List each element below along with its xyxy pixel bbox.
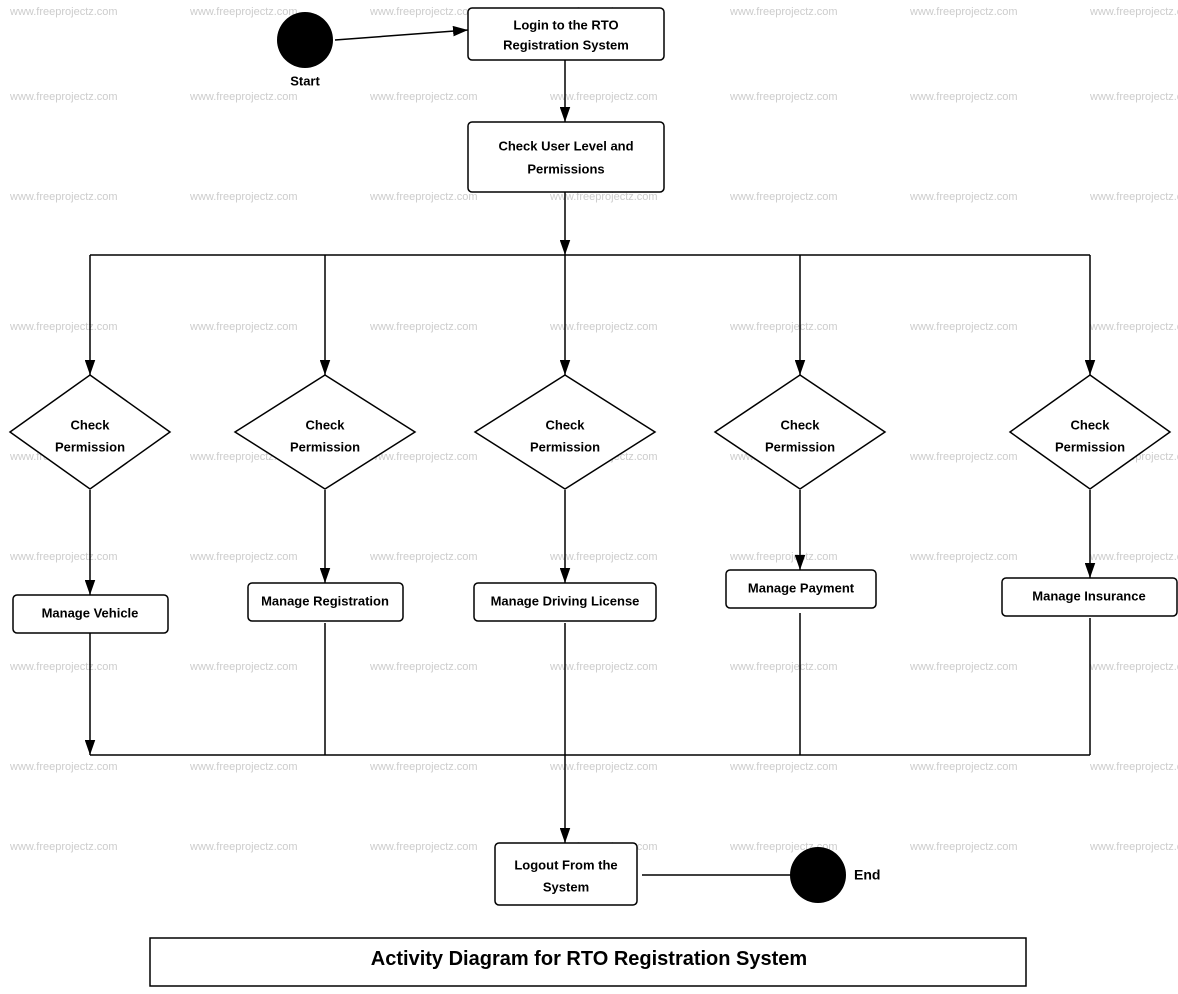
svg-text:www.freeprojectz.com: www.freeprojectz.com bbox=[909, 321, 1018, 333]
logout-label2: System bbox=[543, 879, 589, 894]
check-perm2-label2: Permission bbox=[290, 439, 360, 454]
check-perm3-label2: Permission bbox=[530, 439, 600, 454]
svg-text:www.freeprojectz.com: www.freeprojectz.com bbox=[1089, 661, 1178, 673]
svg-text:www.freeprojectz.com: www.freeprojectz.com bbox=[189, 841, 298, 853]
logout-label1: Logout From the bbox=[514, 857, 617, 872]
svg-text:www.freeprojectz.com: www.freeprojectz.com bbox=[909, 551, 1018, 563]
check-perm3-label1: Check bbox=[545, 417, 585, 432]
svg-text:www.freeprojectz.com: www.freeprojectz.com bbox=[1089, 191, 1178, 203]
login-label2: Registration System bbox=[503, 37, 629, 52]
svg-text:www.freeprojectz.com: www.freeprojectz.com bbox=[729, 661, 838, 673]
logout-box bbox=[495, 843, 637, 905]
svg-text:www.freeprojectz.com: www.freeprojectz.com bbox=[1089, 91, 1178, 103]
svg-text:www.freeprojectz.com: www.freeprojectz.com bbox=[9, 761, 118, 773]
svg-text:www.freeprojectz.com: www.freeprojectz.com bbox=[9, 551, 118, 563]
svg-text:www.freeprojectz.com: www.freeprojectz.com bbox=[189, 661, 298, 673]
manage-insurance-label: Manage Insurance bbox=[1032, 588, 1145, 603]
check-perm1-label2: Permission bbox=[55, 439, 125, 454]
svg-text:www.freeprojectz.com: www.freeprojectz.com bbox=[189, 191, 298, 203]
check-perm1-label1: Check bbox=[70, 417, 110, 432]
svg-text:www.freeprojectz.com: www.freeprojectz.com bbox=[369, 661, 478, 673]
check-perm4-label1: Check bbox=[780, 417, 820, 432]
svg-text:www.freeprojectz.com: www.freeprojectz.com bbox=[729, 91, 838, 103]
svg-text:www.freeprojectz.com: www.freeprojectz.com bbox=[1089, 6, 1178, 18]
svg-text:www.freeprojectz.com: www.freeprojectz.com bbox=[9, 91, 118, 103]
svg-text:www.freeprojectz.com: www.freeprojectz.com bbox=[189, 761, 298, 773]
svg-text:www.freeprojectz.com: www.freeprojectz.com bbox=[909, 191, 1018, 203]
end-circle bbox=[790, 847, 846, 903]
svg-text:www.freeprojectz.com: www.freeprojectz.com bbox=[729, 551, 838, 563]
check-perm5-label1: Check bbox=[1070, 417, 1110, 432]
manage-registration-label: Manage Registration bbox=[261, 593, 389, 608]
svg-text:www.freeprojectz.com: www.freeprojectz.com bbox=[9, 661, 118, 673]
svg-text:www.freeprojectz.com: www.freeprojectz.com bbox=[909, 91, 1018, 103]
svg-text:www.freeprojectz.com: www.freeprojectz.com bbox=[369, 91, 478, 103]
start-circle bbox=[277, 12, 333, 68]
svg-text:www.freeprojectz.com: www.freeprojectz.com bbox=[1089, 761, 1178, 773]
manage-vehicle-label: Manage Vehicle bbox=[42, 605, 139, 620]
svg-text:www.freeprojectz.com: www.freeprojectz.com bbox=[189, 321, 298, 333]
svg-text:www.freeprojectz.com: www.freeprojectz.com bbox=[729, 321, 838, 333]
svg-text:www.freeprojectz.com: www.freeprojectz.com bbox=[9, 841, 118, 853]
login-label: Login to the RTO bbox=[513, 17, 618, 32]
check-perm2-label1: Check bbox=[305, 417, 345, 432]
svg-text:www.freeprojectz.com: www.freeprojectz.com bbox=[909, 451, 1018, 463]
end-label: End bbox=[854, 867, 880, 883]
diagram-container: www.freeprojectz.com www.freeprojectz.co… bbox=[0, 0, 1178, 994]
svg-text:www.freeprojectz.com: www.freeprojectz.com bbox=[1089, 551, 1178, 563]
svg-text:www.freeprojectz.com: www.freeprojectz.com bbox=[369, 551, 478, 563]
svg-text:www.freeprojectz.com: www.freeprojectz.com bbox=[729, 6, 838, 18]
svg-text:www.freeprojectz.com: www.freeprojectz.com bbox=[909, 841, 1018, 853]
svg-text:www.freeprojectz.com: www.freeprojectz.com bbox=[729, 761, 838, 773]
manage-driving-label: Manage Driving License bbox=[491, 593, 640, 608]
svg-text:www.freeprojectz.com: www.freeprojectz.com bbox=[909, 761, 1018, 773]
svg-text:www.freeprojectz.com: www.freeprojectz.com bbox=[909, 6, 1018, 18]
check-perm5-label2: Permission bbox=[1055, 439, 1125, 454]
svg-text:www.freeprojectz.com: www.freeprojectz.com bbox=[369, 6, 478, 18]
svg-text:www.freeprojectz.com: www.freeprojectz.com bbox=[9, 321, 118, 333]
check-user-label1: Check User Level and bbox=[498, 138, 633, 153]
manage-payment-label: Manage Payment bbox=[748, 580, 855, 595]
svg-text:www.freeprojectz.com: www.freeprojectz.com bbox=[1089, 321, 1178, 333]
svg-text:www.freeprojectz.com: www.freeprojectz.com bbox=[369, 191, 478, 203]
svg-text:www.freeprojectz.com: www.freeprojectz.com bbox=[909, 661, 1018, 673]
check-perm4-label2: Permission bbox=[765, 439, 835, 454]
svg-text:www.freeprojectz.com: www.freeprojectz.com bbox=[729, 191, 838, 203]
diagram-title: Activity Diagram for RTO Registration Sy… bbox=[371, 948, 807, 970]
check-user-box bbox=[468, 122, 664, 192]
svg-text:www.freeprojectz.com: www.freeprojectz.com bbox=[1089, 841, 1178, 853]
check-user-label2: Permissions bbox=[527, 161, 604, 176]
start-label: Start bbox=[290, 73, 320, 88]
svg-text:www.freeprojectz.com: www.freeprojectz.com bbox=[189, 6, 298, 18]
svg-text:www.freeprojectz.com: www.freeprojectz.com bbox=[189, 91, 298, 103]
svg-text:www.freeprojectz.com: www.freeprojectz.com bbox=[369, 451, 478, 463]
svg-text:www.freeprojectz.com: www.freeprojectz.com bbox=[9, 191, 118, 203]
svg-text:www.freeprojectz.com: www.freeprojectz.com bbox=[369, 841, 478, 853]
svg-text:www.freeprojectz.com: www.freeprojectz.com bbox=[9, 6, 118, 18]
svg-text:www.freeprojectz.com: www.freeprojectz.com bbox=[369, 321, 478, 333]
svg-text:www.freeprojectz.com: www.freeprojectz.com bbox=[189, 551, 298, 563]
svg-text:www.freeprojectz.com: www.freeprojectz.com bbox=[369, 761, 478, 773]
